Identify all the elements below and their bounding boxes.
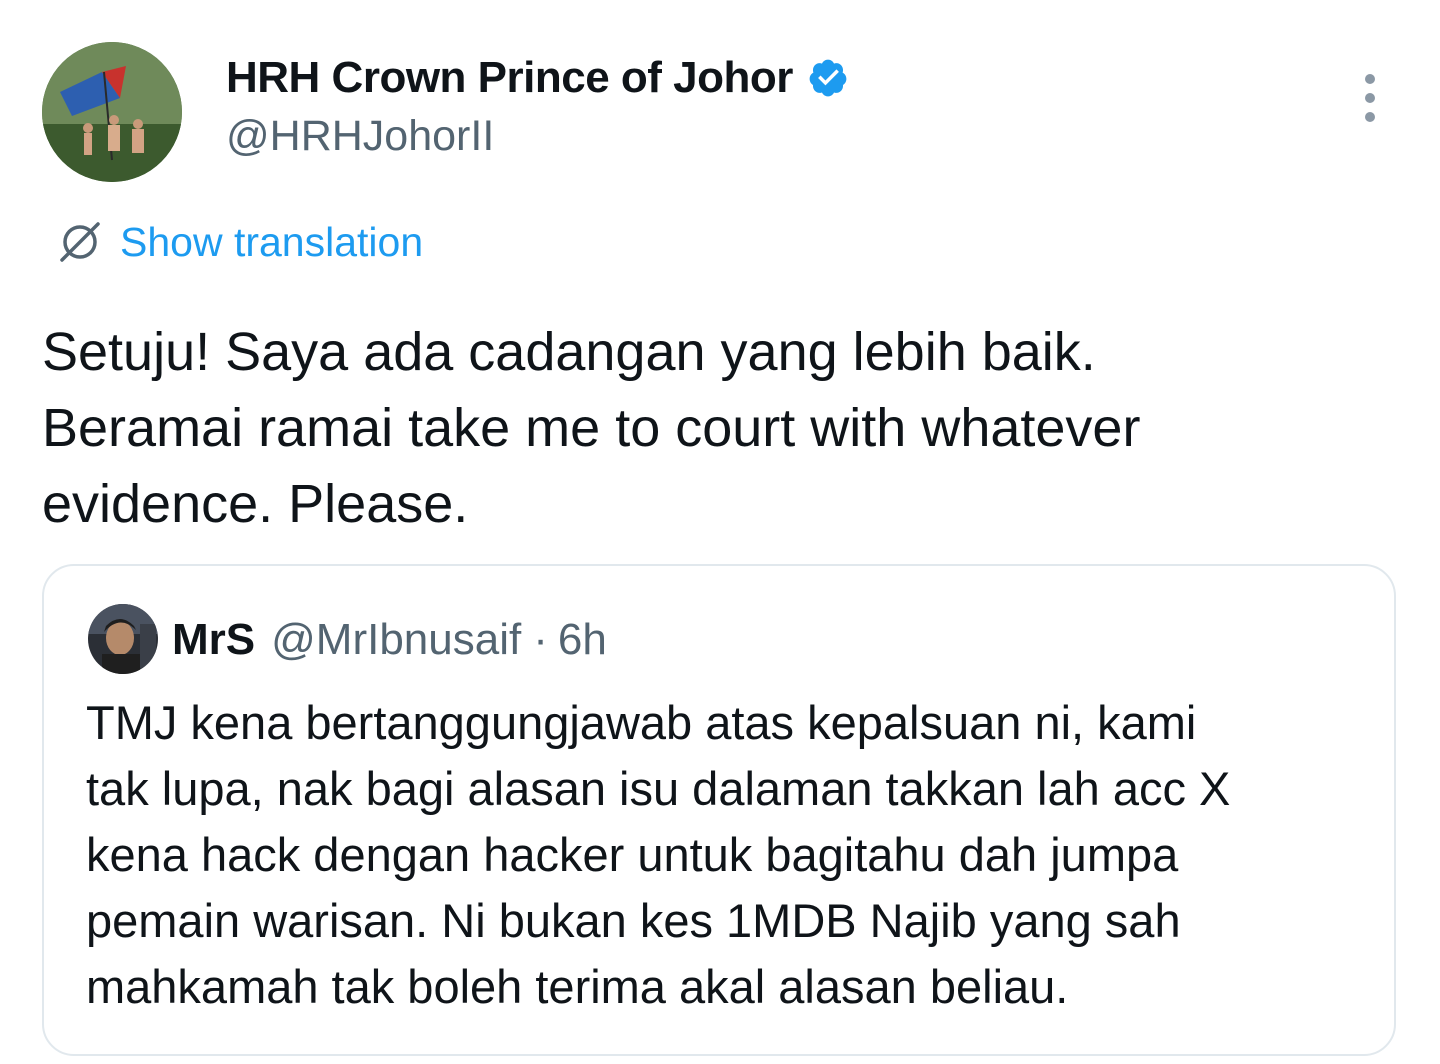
quoted-display-name[interactable]: MrS <box>172 615 255 665</box>
globe-icon <box>56 218 104 266</box>
quoted-author-avatar[interactable] <box>88 604 158 674</box>
show-translation-label[interactable]: Show translation <box>120 219 423 266</box>
quoted-separator: · <box>533 615 548 664</box>
quoted-tweet-text: TMJ kena bertanggungjawab atas kepalsuan… <box>86 690 1376 1020</box>
tweet-text-line: Setuju! Saya ada cadangan yang lebih bai… <box>42 322 1096 382</box>
tweet-text: Setuju! Saya ada cadangan yang lebih bai… <box>42 314 1402 542</box>
avatar-photo-icon <box>42 42 182 182</box>
quoted-header: MrS @MrIbnusaif · 6h <box>172 612 607 668</box>
quoted-text-line: kena hack dengan hacker untuk bagitahu d… <box>86 828 1179 881</box>
quoted-text-line: mahkamah tak boleh terima akal alasan be… <box>86 960 1069 1013</box>
quoted-text-line: pemain warisan. Ni bukan kes 1MDB Najib … <box>86 894 1181 947</box>
author-name-row[interactable]: HRH Crown Prince of Johor <box>226 50 849 106</box>
more-dot <box>1365 93 1375 103</box>
more-dot <box>1365 74 1375 84</box>
verified-badge-icon <box>807 57 849 99</box>
more-options-icon[interactable] <box>1356 74 1384 122</box>
tweet-text-line: evidence. Please. <box>42 474 469 534</box>
quoted-text-line: tak lupa, nak bagi alasan isu dalaman ta… <box>86 762 1231 815</box>
show-translation-button[interactable]: Show translation <box>56 216 423 268</box>
quoted-tweet-card[interactable]: MrS @MrIbnusaif · 6h TMJ kena bertanggun… <box>42 564 1396 1056</box>
quoted-handle[interactable]: @MrIbnusaif <box>271 615 521 665</box>
author-avatar[interactable] <box>42 42 182 182</box>
author-display-name[interactable]: HRH Crown Prince of Johor <box>226 53 793 103</box>
quoted-timestamp[interactable]: 6h <box>558 615 607 665</box>
quoted-avatar-photo-icon <box>88 604 158 674</box>
tweet-text-line: Beramai ramai take me to court with what… <box>42 398 1141 458</box>
author-handle[interactable]: @HRHJohorII <box>226 112 494 161</box>
more-dot <box>1365 112 1375 122</box>
quoted-text-line: TMJ kena bertanggungjawab atas kepalsuan… <box>86 696 1197 749</box>
